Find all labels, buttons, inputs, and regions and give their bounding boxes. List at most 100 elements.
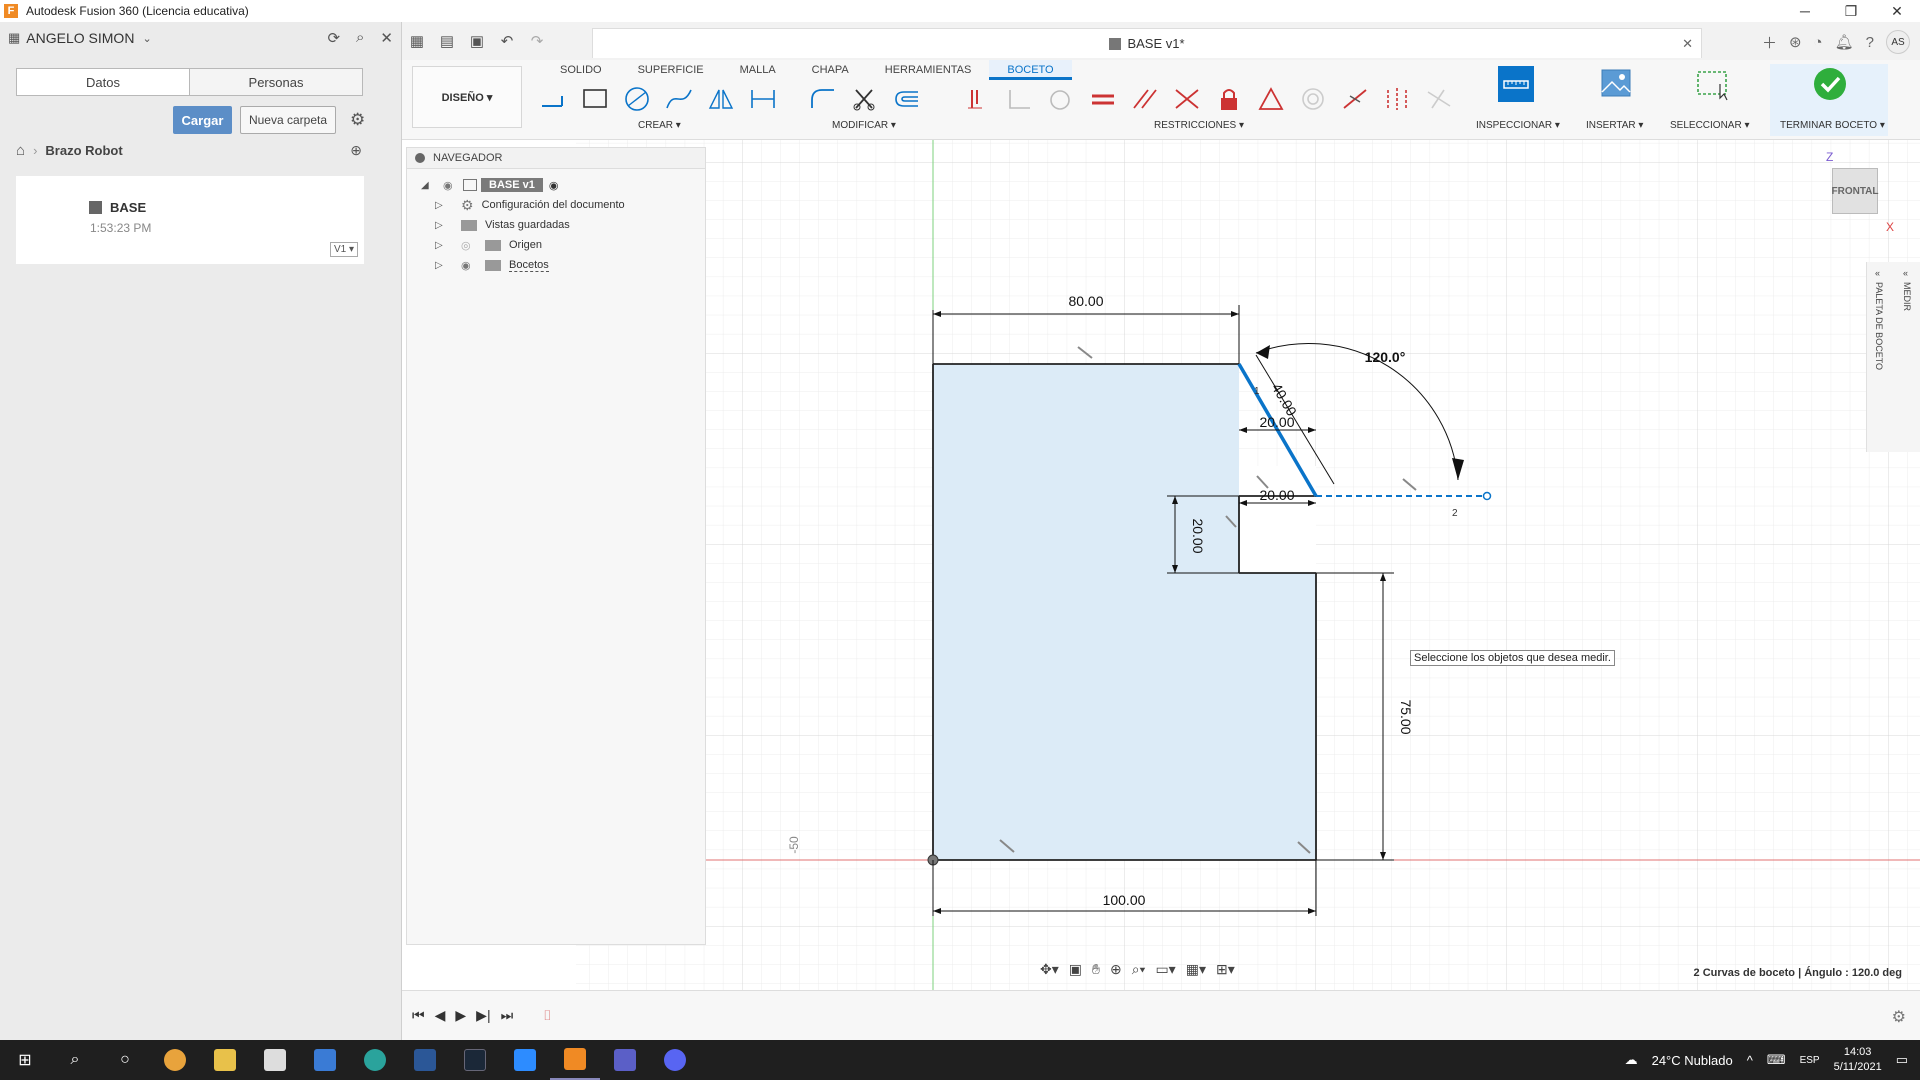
tab-chapa[interactable]: CHAPA <box>794 60 867 80</box>
sketch-palette-tab[interactable]: PALETA DE BOCETO <box>1874 282 1884 370</box>
upload-button[interactable]: Cargar <box>173 106 232 134</box>
weather-text[interactable]: 24°C Nublado <box>1652 1053 1733 1068</box>
fusion-taskbar-icon[interactable] <box>550 1040 600 1080</box>
expand-measure-icon[interactable]: « <box>1903 268 1908 278</box>
close-tab-icon[interactable]: ✕ <box>1682 36 1693 52</box>
collapse-icon[interactable] <box>415 153 425 163</box>
document-tab[interactable]: BASE v1* ✕ <box>592 28 1702 58</box>
tree-root[interactable]: ◢ ◉ BASE v1 ◉ <box>421 175 558 195</box>
step-back-icon[interactable]: ◀ <box>435 1007 446 1024</box>
minimize-button[interactable]: ─ <box>1782 0 1828 22</box>
word-icon[interactable] <box>400 1040 450 1080</box>
store-icon[interactable] <box>250 1040 300 1080</box>
group-terminar[interactable]: TERMINAR BOCETO ▾ <box>1780 120 1885 131</box>
offset-tool-icon[interactable] <box>892 86 922 112</box>
horizontal-constraint-icon[interactable] <box>962 86 992 112</box>
version-dropdown[interactable]: V1 ▾ <box>330 242 358 257</box>
equal-constraint-icon[interactable] <box>1088 86 1118 112</box>
mirror-tool-icon[interactable] <box>706 86 736 112</box>
chrome-icon[interactable] <box>150 1040 200 1080</box>
edge-icon[interactable] <box>350 1040 400 1080</box>
eye-icon[interactable]: ◉ <box>443 179 459 192</box>
pan-icon[interactable]: ✋︎ <box>1092 961 1100 978</box>
tree-item-config[interactable]: ▷ ⚙ Configuración del documento <box>435 195 625 215</box>
line-tool-icon[interactable] <box>538 86 568 112</box>
radio-target-icon[interactable]: ◉ <box>549 179 559 192</box>
tree-root-label[interactable]: BASE v1 <box>481 178 543 192</box>
eye-hidden-icon[interactable]: ◎ <box>461 239 477 252</box>
avatar[interactable]: AS <box>1886 30 1910 54</box>
teams-icon[interactable] <box>600 1040 650 1080</box>
globe-icon[interactable]: ⊕ <box>350 142 362 159</box>
keyboard-icon[interactable]: ⌨ <box>1767 1052 1786 1068</box>
symmetry-constraint-icon[interactable] <box>1382 86 1412 112</box>
breadcrumb-project[interactable]: Brazo Robot <box>45 143 122 158</box>
dimension-vertical-step[interactable]: 20.00 <box>1190 518 1206 553</box>
workspace-dropdown[interactable]: DISEÑO ▾ <box>412 66 522 128</box>
go-to-start-icon[interactable]: ⏮︎ <box>412 1007 425 1024</box>
expand-palette-icon[interactable]: « <box>1875 268 1880 278</box>
expand-icon[interactable]: ▷ <box>435 200 447 211</box>
cortana-icon[interactable]: ○ <box>100 1040 150 1080</box>
triangle-collapse-icon[interactable]: ◢ <box>421 180 433 191</box>
expand-icon[interactable]: ▷ <box>435 240 447 251</box>
rectangle-tool-icon[interactable] <box>580 86 610 112</box>
gear-icon[interactable]: ⚙ <box>1892 1007 1906 1027</box>
search-icon[interactable]: ⌕ <box>356 29 364 47</box>
language-indicator[interactable]: ESP <box>1800 1055 1820 1066</box>
tab-boceto[interactable]: BOCETO <box>989 60 1072 80</box>
dimension-bottom[interactable]: 100.00 <box>1103 892 1146 908</box>
group-modificar[interactable]: MODIFICAR ▾ <box>832 120 896 131</box>
grid-apps-icon[interactable]: ▦ <box>8 30 20 46</box>
tree-item-views[interactable]: ▷ Vistas guardadas <box>435 215 570 235</box>
new-tab-icon[interactable]: ＋ <box>1762 32 1777 53</box>
fit-icon[interactable]: ⌕▾ <box>1132 961 1146 978</box>
coincident-constraint-icon[interactable] <box>1424 86 1454 112</box>
trim-tool-icon[interactable] <box>850 86 880 112</box>
tree-item-sketches[interactable]: ▷ ◉ Bocetos <box>435 255 549 275</box>
steam-icon[interactable] <box>450 1040 500 1080</box>
mail-icon[interactable] <box>300 1040 350 1080</box>
undo-icon[interactable]: ↶ <box>492 32 522 50</box>
group-crear[interactable]: CREAR ▾ <box>638 120 681 131</box>
fillet-tool-icon[interactable] <box>808 86 838 112</box>
new-folder-button[interactable]: Nueva carpeta <box>240 106 336 134</box>
lock-icon[interactable] <box>1214 86 1244 112</box>
search-icon[interactable]: ⌕ <box>50 1040 100 1080</box>
tree-item-origin[interactable]: ▷ ◎ Origen <box>435 235 542 255</box>
insert-image-icon[interactable] <box>1598 66 1634 102</box>
dimension-horizontal-upper[interactable]: 20.00 <box>1259 414 1294 430</box>
finish-sketch-button[interactable]: TERMINAR BOCETO ▾ <box>1770 64 1888 136</box>
triangle-constraint-icon[interactable] <box>1256 86 1286 112</box>
help-icon[interactable]: ? <box>1866 34 1874 51</box>
sketch-endpoint[interactable] <box>1482 491 1492 501</box>
display-settings-icon[interactable]: ▭▾ <box>1155 961 1175 978</box>
concentric-constraint-icon[interactable] <box>1298 86 1328 112</box>
home-icon[interactable]: ⌂ <box>16 142 25 159</box>
group-insertar[interactable]: INSERTAR ▾ <box>1586 120 1643 131</box>
tab-datos[interactable]: Datos <box>17 69 189 95</box>
tab-superficie[interactable]: SUPERFICIE <box>620 60 722 80</box>
tab-solido[interactable]: SOLIDO <box>542 60 620 80</box>
dimension-angle[interactable]: 120.0° <box>1365 349 1406 365</box>
chevron-down-icon[interactable]: ⌄ <box>142 32 151 45</box>
refresh-icon[interactable]: ⟳ <box>327 29 340 47</box>
extensions-icon[interactable]: ⊛ <box>1789 33 1802 51</box>
job-status-icon[interactable]: ◔ <box>1814 34 1823 51</box>
data-panel-toggle-icon[interactable]: ▦ <box>402 32 432 50</box>
discord-icon[interactable] <box>650 1040 700 1080</box>
dimension-top[interactable]: 80.00 <box>1068 293 1103 309</box>
step-forward-icon[interactable]: ▶| <box>476 1007 490 1024</box>
user-name[interactable]: ANGELO SIMON <box>26 30 134 46</box>
windows-start-icon[interactable]: ⊞ <box>0 1040 50 1080</box>
viewports-icon[interactable]: ⊞▾ <box>1216 961 1235 978</box>
notification-center-icon[interactable]: ▭ <box>1896 1052 1908 1068</box>
dimension-horizontal-lower[interactable]: 20.00 <box>1259 487 1294 503</box>
midpoint-constraint-icon[interactable] <box>1340 86 1370 112</box>
tab-personas[interactable]: Personas <box>189 69 362 95</box>
play-icon[interactable]: ▶ <box>455 1007 466 1024</box>
group-inspeccionar[interactable]: INSPECCIONAR ▾ <box>1476 120 1560 131</box>
chevron-up-icon[interactable]: ^ <box>1747 1053 1753 1068</box>
navigator-header[interactable]: NAVEGADOR <box>406 147 706 169</box>
orbit-icon[interactable]: ✥▾ <box>1040 961 1059 978</box>
